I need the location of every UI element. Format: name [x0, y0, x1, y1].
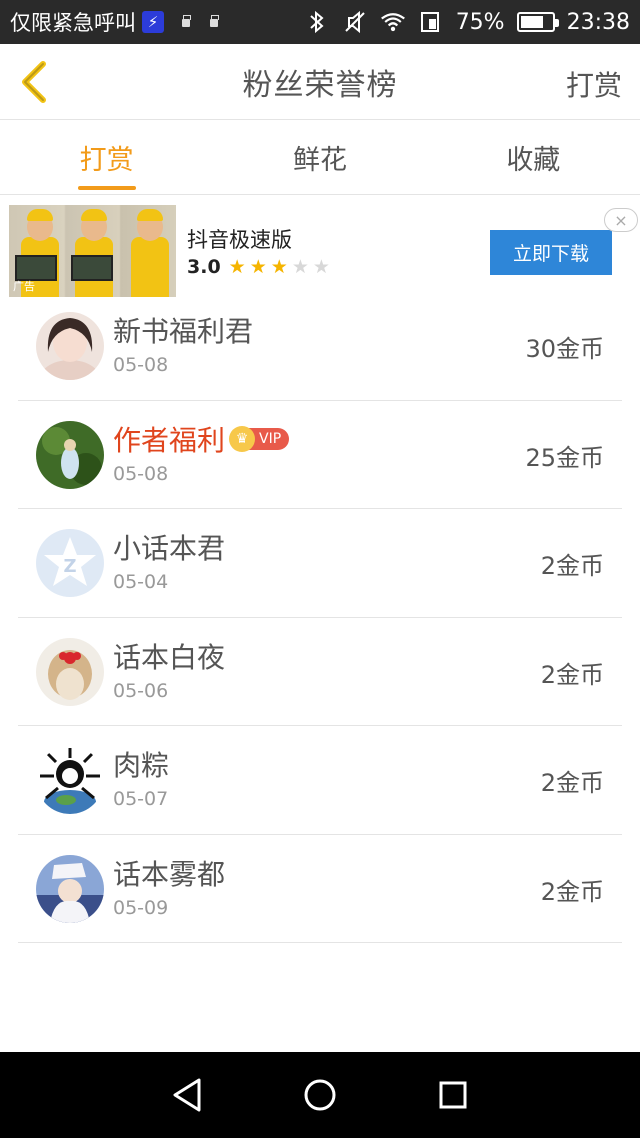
date: 05-08	[113, 354, 169, 376]
date: 05-07	[113, 788, 169, 810]
clock: 23:38	[566, 9, 630, 35]
amount: 2金币	[540, 660, 604, 689]
amount: 25金币	[525, 443, 604, 472]
list-item[interactable]: 话本白夜 05-06 2金币	[18, 618, 622, 726]
username[interactable]: 话本雾都	[113, 853, 225, 893]
tab-flowers[interactable]: 鲜花	[213, 121, 426, 194]
avatar[interactable]: Z	[36, 529, 104, 597]
sim-icon	[418, 9, 444, 35]
username[interactable]: 小话本君	[113, 527, 225, 567]
ad-app-name: 抖音极速版	[187, 228, 292, 252]
ad-thumbnail: 广告	[9, 205, 176, 297]
tab-reward[interactable]: 打赏	[0, 121, 213, 194]
ad-close-button[interactable]: ×	[604, 208, 638, 232]
header: 粉丝荣誉榜 打赏	[0, 44, 640, 120]
amount: 2金币	[540, 877, 604, 906]
vip-badge: ♛ VIP	[229, 425, 290, 452]
ad-rating-value: 3.0	[187, 256, 221, 278]
tab-favorites[interactable]: 收藏	[427, 121, 640, 194]
star-icon: ★	[249, 255, 267, 278]
tab-label: 打赏	[79, 145, 134, 176]
page-title: 粉丝荣誉榜	[242, 67, 398, 103]
username-text: 作者福利	[113, 423, 226, 457]
wifi-icon	[380, 9, 406, 35]
username[interactable]: 作者福利 ♛ VIP	[113, 419, 290, 459]
carrier-label: 仅限紧急呼叫	[10, 11, 136, 35]
amount: 2金币	[540, 552, 604, 580]
star-icon: ★	[228, 255, 246, 278]
svg-text:Z: Z	[63, 556, 76, 577]
list-item[interactable]: 肉粽 05-07 2金币	[18, 726, 622, 835]
list-item[interactable]: Z 小话本君 05-04 2金币	[18, 509, 622, 618]
list-item[interactable]: 新书福利君 05-08 30金币	[18, 292, 622, 401]
amount: 2金币	[540, 769, 604, 797]
crown-icon: ♛	[229, 425, 256, 452]
list-item[interactable]: 作者福利 ♛ VIP 05-08 25金币	[18, 401, 622, 509]
active-tab-indicator	[77, 186, 136, 190]
avatar[interactable]	[36, 746, 104, 814]
avatar[interactable]	[36, 420, 104, 489]
back-button[interactable]	[14, 58, 54, 106]
ad-download-button[interactable]: 立即下载	[490, 230, 612, 275]
tab-label: 鲜花	[292, 145, 347, 176]
system-nav-bar	[0, 1052, 640, 1138]
mute-icon	[342, 9, 368, 35]
username[interactable]: 新书福利君	[113, 310, 253, 350]
bluetooth-icon	[304, 9, 330, 35]
recents-square-icon[interactable]	[423, 1065, 483, 1125]
date: 05-08	[113, 462, 169, 485]
avatar[interactable]	[36, 637, 104, 706]
home-circle-icon[interactable]	[290, 1065, 350, 1125]
amount: 30金币	[525, 335, 604, 363]
avatar[interactable]	[36, 854, 104, 923]
star-icon: ★	[291, 255, 309, 278]
back-triangle-icon[interactable]	[157, 1065, 217, 1125]
chevron-left-icon	[22, 61, 46, 103]
star-icon: ★	[312, 255, 330, 278]
username[interactable]: 话本白夜	[113, 636, 225, 676]
tab-bar: 打赏 鲜花 收藏	[0, 121, 640, 195]
usb-icon	[208, 15, 220, 29]
lightning-icon: ⚡	[142, 11, 164, 33]
reward-button[interactable]: 打赏	[566, 64, 622, 104]
avatar[interactable]	[36, 312, 104, 380]
fan-ranking-list: 新书福利君 05-08 30金币 作者福利 ♛ VIP 05-08 25金币 Z…	[18, 292, 622, 943]
battery-percent: 75%	[455, 9, 505, 35]
date: 05-09	[113, 896, 169, 919]
battery-icon	[516, 12, 559, 32]
status-bar: 仅限紧急呼叫 ⚡ 75% 23:38	[0, 0, 640, 44]
star-icon: ★	[270, 255, 288, 278]
ad-rating: 3.0 ★ ★ ★ ★ ★	[187, 256, 330, 278]
date: 05-04	[113, 571, 169, 593]
date: 05-06	[113, 679, 169, 702]
ad-banner[interactable]: 广告 抖音极速版 3.0 ★ ★ ★ ★ ★ 立即下载 ×	[0, 196, 640, 306]
list-item[interactable]: 话本雾都 05-09 2金币	[18, 835, 622, 943]
username[interactable]: 肉粽	[113, 744, 169, 784]
usb-icon	[180, 15, 192, 29]
tab-label: 收藏	[506, 145, 561, 176]
